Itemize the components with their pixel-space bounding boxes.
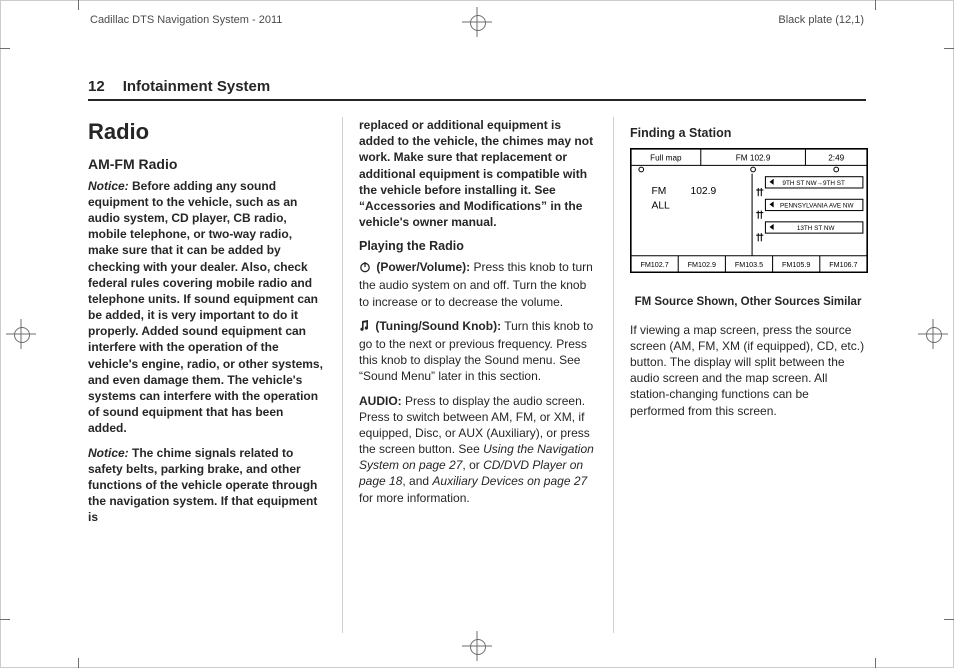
plate-label: Black plate (12,1) (778, 14, 864, 26)
notice-text: Before adding any sound equipment to the… (88, 179, 323, 436)
column-container: Radio AM-FM Radio Notice: Before adding … (88, 117, 866, 633)
power-label: (Power/Volume): (373, 260, 470, 274)
audio-tail: for more information. (359, 491, 470, 505)
join: , and (402, 474, 432, 488)
fig-band: FM (652, 186, 667, 197)
figure-caption: FM Source Shown, Other Sources Similar (630, 295, 866, 309)
fig-clock: 2:49 (828, 153, 844, 162)
reg-mark-right (924, 325, 942, 343)
crop-tick (875, 658, 876, 668)
page-number: 12 (88, 78, 105, 95)
fig-fullmap: Full map (650, 153, 682, 162)
running-header: Cadillac DTS Navigation System - 2011 Bl… (90, 14, 864, 26)
heading-finding-station: Finding a Station (630, 125, 866, 142)
fig-preset-2: FM102.9 (688, 261, 716, 269)
figure-radio-screen: Full map FM 102.9 2:49 FM ALL 102.9 (630, 148, 866, 310)
fig-preset-3: FM103.5 (735, 261, 763, 269)
power-volume-item: (Power/Volume): Press this knob to turn … (359, 259, 595, 310)
fig-row1: 9TH ST NW→9TH ST (782, 180, 845, 187)
crop-tick (944, 619, 954, 620)
radio-screen-illustration: Full map FM 102.9 2:49 FM ALL 102.9 (630, 148, 868, 273)
page-frame: 12 Infotainment System Radio AM-FM Radio… (88, 78, 866, 636)
fig-scope: ALL (652, 200, 671, 211)
fig-row3: 13TH ST NW (797, 225, 835, 232)
column-2: replaced or additional equipment is adde… (342, 117, 595, 633)
reg-mark-left (12, 325, 30, 343)
doc-title: Cadillac DTS Navigation System - 2011 (90, 14, 282, 26)
page-sheet: Cadillac DTS Navigation System - 2011 Bl… (0, 0, 954, 668)
page-title: Infotainment System (123, 78, 271, 95)
fig-preset-5: FM106.7 (829, 261, 857, 269)
notice-2: Notice: The chime signals related to saf… (88, 445, 324, 526)
music-note-icon (359, 320, 370, 336)
fig-freq: 102.9 (691, 186, 717, 197)
join: , or (462, 458, 483, 472)
page-header: 12 Infotainment System (88, 78, 866, 101)
reg-mark-bottom (468, 637, 486, 655)
notice-1: Notice: Before adding any sound equipmen… (88, 178, 324, 437)
heading-amfm: AM-FM Radio (88, 155, 324, 174)
fig-preset-4: FM105.9 (782, 261, 810, 269)
heading-playing-radio: Playing the Radio (359, 238, 595, 255)
fig-topfreq: FM 102.9 (736, 153, 771, 162)
crop-tick (78, 658, 79, 668)
crop-tick (875, 0, 876, 10)
crop-tick (0, 619, 10, 620)
tune-label: (Tuning/Sound Knob): (372, 319, 501, 333)
fig-preset-1: FM102.7 (640, 261, 668, 269)
power-icon (359, 261, 371, 277)
crop-tick (0, 48, 10, 49)
finding-station-para: If viewing a map screen, press the sourc… (630, 322, 866, 419)
section-heading-radio: Radio (88, 117, 324, 147)
audio-item: AUDIO: Press to display the audio screen… (359, 393, 595, 506)
column-1: Radio AM-FM Radio Notice: Before adding … (88, 117, 324, 633)
notice-label: Notice: (88, 179, 129, 193)
notice-label: Notice: (88, 446, 129, 460)
fig-row2: PENNSYLVANIA AVE NW (780, 202, 854, 209)
column-3: Finding a Station Full map FM 102.9 2:4 (613, 117, 866, 633)
xref-aux: Auxiliary Devices on page 27 (432, 474, 587, 488)
crop-tick (78, 0, 79, 10)
crop-tick (944, 48, 954, 49)
notice-continuation: replaced or additional equipment is adde… (359, 117, 595, 230)
audio-label: AUDIO: (359, 394, 402, 408)
tuning-item: (Tuning/Sound Knob): Turn this knob to g… (359, 318, 595, 385)
